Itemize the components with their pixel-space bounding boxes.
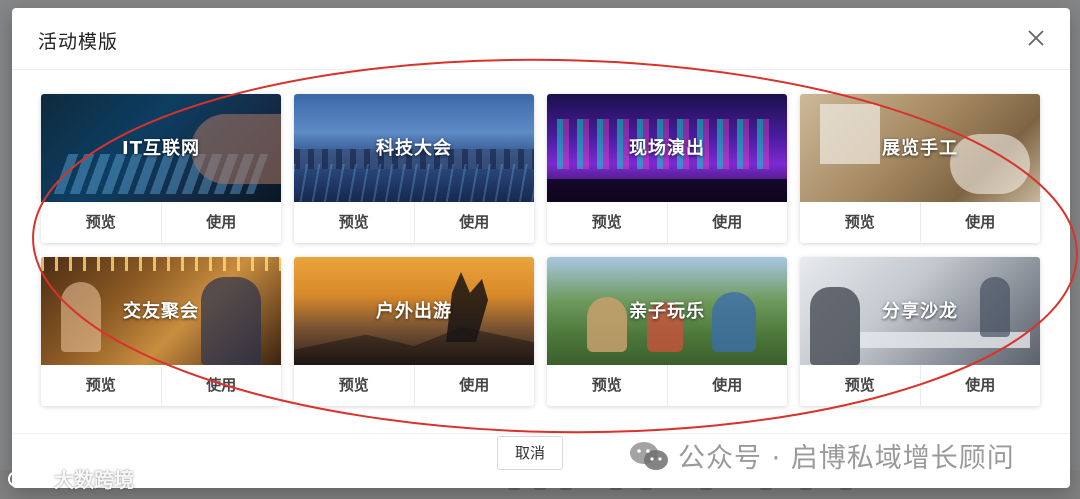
card-label: 分享沙龙 [882,301,958,322]
card-label: 交友聚会 [123,301,199,322]
preview-button[interactable]: 预览 [547,365,667,406]
card-image: 科技大会 [294,94,534,202]
card-label: 展览手工 [882,138,958,159]
template-card-salon: 分享沙龙 预览 使用 [800,257,1040,406]
card-label: 亲子玩乐 [629,301,705,322]
card-image: 亲子玩乐 [547,257,787,365]
footer-divider [12,433,1070,434]
preview-button[interactable]: 预览 [294,202,414,243]
card-label: IT互联网 [122,138,200,159]
watermark-left: 大数跨境 [6,464,134,493]
card-image: 展览手工 [800,94,1040,202]
card-image: IT互联网 [41,94,281,202]
card-actions: 预览 使用 [41,202,281,243]
card-actions: 预览 使用 [294,365,534,406]
modal-title: 活动模版 [38,31,119,53]
card-image: 户外出游 [294,257,534,365]
template-card-it: IT互联网 预览 使用 [41,94,281,243]
card-image: 交友聚会 [41,257,281,365]
cancel-button[interactable]: 取消 [497,436,563,470]
preview-button[interactable]: 预览 [294,365,414,406]
wechat-icon [630,441,668,470]
card-label: 科技大会 [376,138,452,159]
card-actions: 预览 使用 [547,365,787,406]
preview-button[interactable]: 预览 [800,365,920,406]
card-actions: 预览 使用 [547,202,787,243]
card-actions: 预览 使用 [41,365,281,406]
close-button[interactable] [1024,26,1048,50]
watermark-left-text: 大数跨境 [54,468,134,492]
watermark-right-text: 公众号 · 启博私域增长顾问 [678,443,1015,474]
brand-logo-icon [8,470,49,487]
card-image: 现场演出 [547,94,787,202]
preview-button[interactable]: 预览 [41,365,161,406]
template-card-tech: 科技大会 预览 使用 [294,94,534,243]
use-button[interactable]: 使用 [413,202,535,243]
template-grid: IT互联网 预览 使用 科技大会 预览 使用 现场演出 预览 使用 展览手工 预… [41,94,1040,406]
use-button[interactable]: 使用 [413,365,535,406]
card-actions: 预览 使用 [800,365,1040,406]
use-button[interactable]: 使用 [160,365,282,406]
use-button[interactable]: 使用 [160,202,282,243]
preview-button[interactable]: 预览 [547,202,667,243]
close-icon [1028,30,1044,46]
use-button[interactable]: 使用 [666,365,788,406]
watermark-right: 公众号 · 启博私域增长顾问 [628,436,1015,475]
preview-button[interactable]: 预览 [41,202,161,243]
template-modal: 活动模版 IT互联网 预览 使用 科技大会 预览 使用 现场演出 预览 使用 展… [12,8,1070,488]
card-label: 户外出游 [376,301,452,322]
card-actions: 预览 使用 [294,202,534,243]
card-image: 分享沙龙 [800,257,1040,365]
use-button[interactable]: 使用 [919,202,1041,243]
template-card-expo: 展览手工 预览 使用 [800,94,1040,243]
use-button[interactable]: 使用 [666,202,788,243]
template-card-outdoor: 户外出游 预览 使用 [294,257,534,406]
template-card-stage: 现场演出 预览 使用 [547,94,787,243]
preview-button[interactable]: 预览 [800,202,920,243]
template-card-party: 交友聚会 预览 使用 [41,257,281,406]
card-actions: 预览 使用 [800,202,1040,243]
card-label: 现场演出 [629,138,705,159]
use-button[interactable]: 使用 [919,365,1041,406]
modal-header: 活动模版 [12,8,1070,70]
template-card-family: 亲子玩乐 预览 使用 [547,257,787,406]
